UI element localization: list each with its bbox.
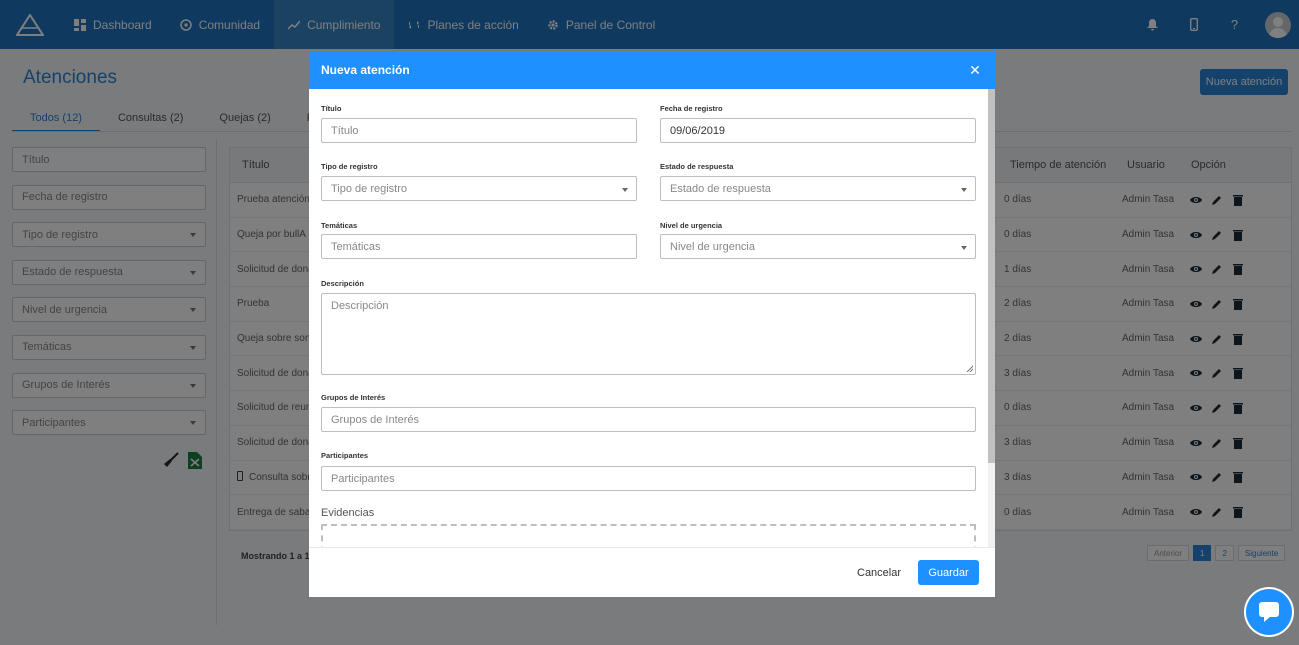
evidencias-label: Evidencias bbox=[321, 507, 375, 519]
chevron-down-icon bbox=[622, 188, 628, 192]
label-tematicas: Temáticas bbox=[321, 221, 358, 230]
modal-body: Título Título Fecha de registro 09/06/20… bbox=[309, 89, 988, 547]
evidencias-dropzone[interactable] bbox=[321, 524, 976, 547]
tipo-select[interactable]: Tipo de registro bbox=[321, 176, 637, 201]
label-participantes: Participantes bbox=[321, 451, 369, 460]
fecha-input[interactable]: 09/06/2019 bbox=[660, 118, 976, 143]
resize-grip-icon[interactable] bbox=[966, 365, 973, 372]
tipo-select-value: Tipo de registro bbox=[331, 182, 408, 195]
scrollbar-thumb[interactable] bbox=[988, 89, 995, 463]
label-urgencia: Nivel de urgencia bbox=[660, 221, 723, 230]
chat-button[interactable] bbox=[1246, 589, 1292, 635]
modal-footer: Cancelar Guardar bbox=[309, 547, 995, 597]
modal-title: Nueva atención bbox=[321, 63, 410, 77]
participantes-input[interactable]: Participantes bbox=[321, 466, 976, 491]
label-tipo: Tipo de registro bbox=[321, 162, 378, 171]
grupos-input[interactable]: Grupos de Interés bbox=[321, 407, 976, 432]
tematicas-input[interactable]: Temáticas bbox=[321, 234, 637, 259]
urgencia-select[interactable]: Nivel de urgencia bbox=[660, 234, 976, 259]
descripcion-textarea[interactable]: Descripción bbox=[321, 293, 976, 375]
chat-icon bbox=[1259, 602, 1279, 622]
modal-header: Nueva atención ✕ bbox=[309, 51, 995, 89]
label-grupos: Grupos de Interés bbox=[321, 393, 386, 402]
titulo-input[interactable]: Título bbox=[321, 118, 637, 143]
label-descripcion: Descripción bbox=[321, 279, 364, 288]
chevron-down-icon bbox=[961, 188, 967, 192]
urgencia-select-value: Nivel de urgencia bbox=[670, 240, 755, 253]
cancel-button[interactable]: Cancelar bbox=[851, 561, 907, 585]
close-icon[interactable]: ✕ bbox=[968, 62, 982, 78]
chevron-down-icon bbox=[961, 246, 967, 250]
descripcion-placeholder: Descripción bbox=[331, 300, 389, 312]
modal-scrollbar[interactable] bbox=[988, 89, 995, 547]
label-fecha: Fecha de registro bbox=[660, 104, 723, 113]
label-estado: Estado de respuesta bbox=[660, 162, 734, 171]
estado-select[interactable]: Estado de respuesta bbox=[660, 176, 976, 201]
label-titulo: Título bbox=[321, 104, 342, 113]
save-button[interactable]: Guardar bbox=[918, 560, 979, 585]
new-attention-modal: Nueva atención ✕ Título Título Fecha de … bbox=[309, 51, 995, 597]
estado-select-value: Estado de respuesta bbox=[670, 182, 771, 195]
